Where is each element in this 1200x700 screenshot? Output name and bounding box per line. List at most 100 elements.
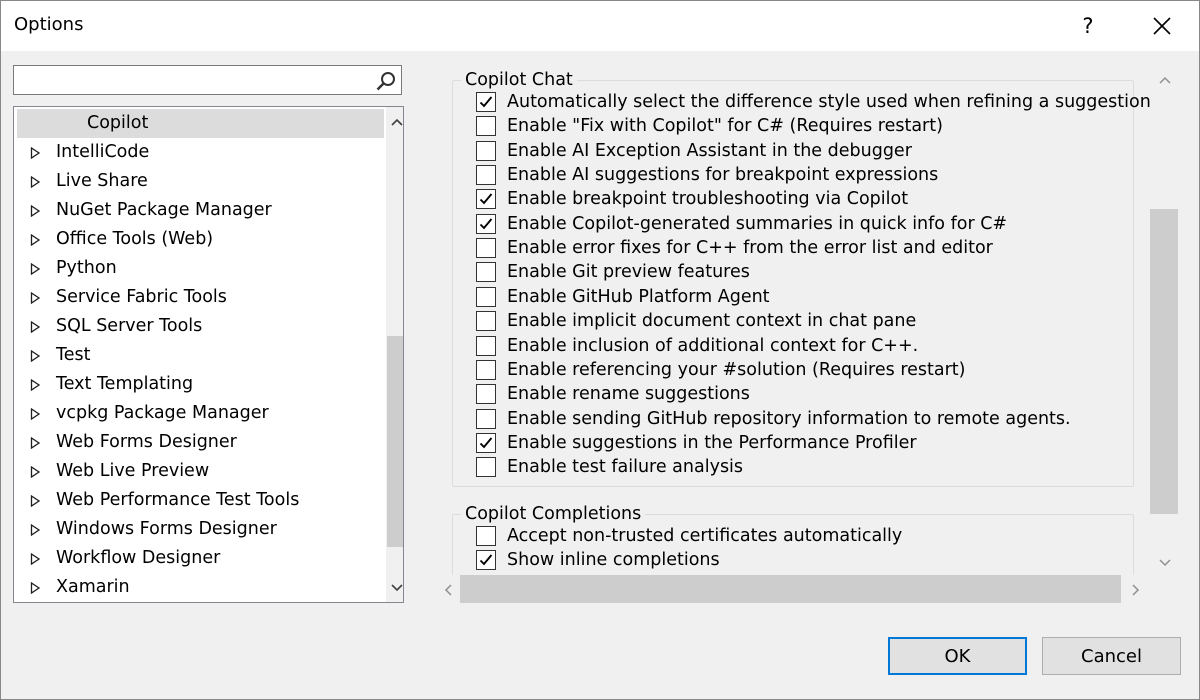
vertical-scrollbar-thumb[interactable]: [1150, 209, 1178, 514]
option-checkbox[interactable]: [476, 384, 496, 405]
checkmark-icon: [479, 96, 493, 108]
tree-item[interactable]: Office Tools (Web): [17, 225, 384, 254]
tree-item[interactable]: Workflow Designer: [17, 544, 384, 573]
option-checkbox[interactable]: [476, 335, 496, 356]
option-label: Enable referencing your #solution (Requi…: [507, 359, 966, 380]
collapsed-arrow-icon[interactable]: [30, 147, 41, 159]
tree-item[interactable]: vcpkg Package Manager: [17, 399, 384, 428]
title-bar: Options ?: [1, 1, 1199, 51]
tree-item[interactable]: Windows Forms Designer: [17, 515, 384, 544]
checkmark-icon: [479, 193, 493, 205]
collapsed-arrow-icon[interactable]: [30, 582, 41, 594]
tree-scrollbar[interactable]: [386, 107, 403, 602]
options-tree[interactable]: Copilot IntelliCode Live Share NuGet Packa…: [13, 106, 404, 603]
tree-item-selected[interactable]: Copilot: [17, 109, 384, 138]
option-checkbox[interactable]: [476, 165, 496, 186]
close-button[interactable]: [1137, 1, 1187, 51]
search-input[interactable]: [18, 70, 377, 92]
collapsed-arrow-icon[interactable]: [30, 379, 41, 391]
option-checkbox[interactable]: [476, 116, 496, 137]
collapsed-arrow-icon[interactable]: [30, 437, 41, 449]
group-copilot-completions: Copilot Completions Accept non-trusted c…: [452, 503, 1134, 576]
collapsed-arrow-icon[interactable]: [30, 263, 41, 275]
tree-item-label: Windows Forms Designer: [56, 519, 277, 539]
option-label: Enable sending GitHub repository informa…: [507, 408, 1071, 429]
option-checkbox[interactable]: [476, 311, 496, 332]
checkmark-icon: [479, 437, 493, 449]
tree-item-label: Xamarin: [56, 577, 130, 597]
tree-item-label: NuGet Package Manager: [56, 200, 272, 220]
tree-item[interactable]: Python: [17, 254, 384, 283]
scroll-down-icon[interactable]: [1156, 554, 1173, 571]
tree-item[interactable]: IntelliCode: [17, 138, 384, 167]
option-label: Enable AI Exception Assistant in the deb…: [507, 140, 912, 161]
option-label: Automatically select the difference styl…: [507, 92, 1151, 112]
scroll-left-icon[interactable]: [439, 581, 456, 598]
collapsed-arrow-icon[interactable]: [30, 176, 41, 188]
group-title: Copilot Chat: [461, 69, 577, 91]
tree-item[interactable]: Service Fabric Tools: [17, 283, 384, 312]
scroll-right-icon[interactable]: [1127, 581, 1144, 598]
checkmark-icon: [479, 218, 493, 230]
collapsed-arrow-icon[interactable]: [30, 292, 41, 304]
option-checkbox[interactable]: [476, 92, 496, 112]
tree-item[interactable]: Test: [17, 341, 384, 370]
tree-item[interactable]: Web Performance Test Tools: [17, 486, 384, 515]
collapsed-arrow-icon[interactable]: [30, 350, 41, 362]
collapsed-arrow-icon[interactable]: [30, 553, 41, 565]
option-checkbox[interactable]: [476, 526, 496, 546]
collapsed-arrow-icon[interactable]: [30, 524, 41, 536]
search-box[interactable]: [13, 65, 402, 95]
tree-item-label: Workflow Designer: [56, 548, 221, 568]
option-checkbox[interactable]: [476, 189, 496, 210]
option-label: Show inline completions: [507, 550, 720, 571]
ok-button[interactable]: OK: [888, 637, 1027, 675]
tree-item-label: Test: [56, 345, 91, 365]
tree-item[interactable]: Web Live Preview: [17, 457, 384, 486]
option-label: Enable breakpoint troubleshooting via Co…: [507, 189, 909, 210]
option-checkbox[interactable]: [476, 238, 496, 259]
option-checkbox[interactable]: [476, 408, 496, 429]
tree-item[interactable]: Web Forms Designer: [17, 428, 384, 457]
tree-item[interactable]: NuGet Package Manager: [17, 196, 384, 225]
option-checkbox[interactable]: [476, 550, 496, 571]
collapsed-arrow-icon[interactable]: [30, 495, 41, 507]
tree-item-label: SQL Server Tools: [56, 316, 203, 336]
search-icon[interactable]: [375, 70, 397, 92]
option-label: Enable suggestions in the Performance Pr…: [507, 432, 917, 453]
tree-item[interactable]: SQL Server Tools: [17, 312, 384, 341]
tree-item[interactable]: Text Templating: [17, 370, 384, 399]
scroll-up-icon[interactable]: [388, 113, 403, 130]
tree-scrollbar-thumb[interactable]: [387, 336, 403, 547]
horizontal-scrollbar-thumb[interactable]: [460, 575, 1121, 603]
cancel-button[interactable]: Cancel: [1042, 637, 1181, 675]
tree-item-label: Text Templating: [56, 374, 194, 394]
scroll-down-icon[interactable]: [388, 579, 403, 596]
options-horizontal-scrollbar[interactable]: [435, 575, 1145, 603]
option-checkbox[interactable]: [476, 286, 496, 307]
collapsed-arrow-icon[interactable]: [30, 408, 41, 420]
collapsed-arrow-icon[interactable]: [30, 321, 41, 333]
tree-item-label: Office Tools (Web): [56, 229, 214, 249]
option-label: Enable Copilot-generated summaries in qu…: [507, 213, 1008, 234]
option-checkbox[interactable]: [476, 140, 496, 161]
collapsed-arrow-icon[interactable]: [30, 205, 41, 217]
help-button[interactable]: ?: [1063, 1, 1113, 51]
option-checkbox[interactable]: [476, 359, 496, 380]
option-label: Enable AI suggestions for breakpoint exp…: [507, 165, 939, 186]
collapsed-arrow-icon[interactable]: [30, 466, 41, 478]
scroll-up-icon[interactable]: [1156, 71, 1173, 88]
group-copilot-chat: Copilot Chat Automatically select the di…: [452, 69, 1151, 487]
group-title: Copilot Completions: [461, 503, 646, 525]
options-vertical-scrollbar[interactable]: [1150, 69, 1178, 579]
option-checkbox[interactable]: [476, 213, 496, 234]
option-label: Enable Git preview features: [507, 262, 750, 283]
tree-item-label: Live Share: [56, 171, 148, 191]
tree-item[interactable]: Live Share: [17, 167, 384, 196]
option-checkbox[interactable]: [476, 457, 496, 478]
option-checkbox[interactable]: [476, 262, 496, 283]
collapsed-arrow-icon[interactable]: [30, 234, 41, 246]
tree-item[interactable]: Xamarin: [17, 573, 384, 602]
option-checkbox[interactable]: [476, 432, 496, 453]
tree-item-label: Web Live Preview: [56, 461, 210, 481]
